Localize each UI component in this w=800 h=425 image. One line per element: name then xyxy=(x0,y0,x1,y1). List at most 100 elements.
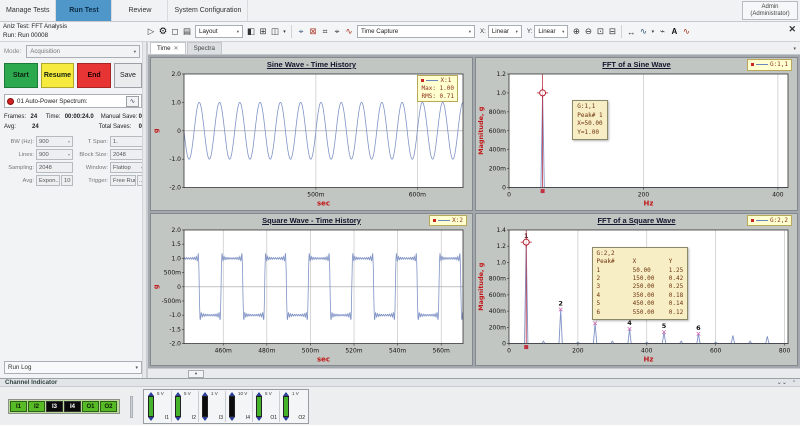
avg-value: 24 xyxy=(32,122,48,132)
save-button[interactable]: Save xyxy=(114,63,142,88)
sampling-label: Sampling: xyxy=(4,165,34,171)
peak-tooltip: G:2,2 Peak# X Y 1 50.00 1.25 2 150.00 0.… xyxy=(592,247,689,320)
stop-icon[interactable]: ◻ xyxy=(169,25,181,38)
zoom-reset-icon[interactable]: ⊟ xyxy=(606,25,618,38)
trace-style-caret-icon[interactable]: ▾ xyxy=(649,25,656,38)
meter-min-marker-icon xyxy=(283,417,289,421)
sideband-cursor-icon[interactable]: ⌖ xyxy=(331,25,343,38)
svg-text:200: 200 xyxy=(572,347,584,354)
sidebar-scrollbar[interactable] xyxy=(142,42,146,378)
bw-field[interactable]: 900▾ xyxy=(36,136,73,147)
svg-text:400m: 400m xyxy=(489,308,506,315)
svg-text:g: g xyxy=(152,284,160,289)
plot-area[interactable]: 460m480m500m520m540m560m2.01.51.0500m0-5… xyxy=(151,226,472,366)
avg-mode-field[interactable]: Expon...▾ xyxy=(36,175,60,186)
run-label: Run: Run 00008 xyxy=(3,32,145,40)
tab-overflow-caret-icon[interactable]: ▾ xyxy=(793,46,796,52)
tab-spectra[interactable]: Spectra xyxy=(187,42,222,54)
link-cursor-icon[interactable]: ⌁ xyxy=(656,25,668,38)
meter-bar xyxy=(202,396,208,417)
svg-text:-2.0: -2.0 xyxy=(169,185,181,192)
collapse-panel-button[interactable]: ▾ xyxy=(188,370,204,378)
layout-select[interactable]: Layout ▾ xyxy=(195,25,243,38)
chart-fft-sine: FFT of a Sine Wave 02004001.21.0800m600m… xyxy=(475,57,798,211)
channel-meter-i1: 5 VI1 xyxy=(145,391,172,422)
tab-manage-tests[interactable]: Manage Tests xyxy=(0,0,56,21)
report-icon[interactable]: ▤ xyxy=(181,25,193,38)
window-field[interactable]: Flattop▾ xyxy=(110,162,146,173)
bottom-strip: ▾ xyxy=(148,368,800,378)
annotate-curve-icon[interactable]: ∿ xyxy=(680,25,692,38)
meter-range: 5 V xyxy=(184,392,196,397)
svg-text:560m: 560m xyxy=(433,347,450,354)
pane-menu-caret-icon[interactable]: ▾ xyxy=(281,25,288,38)
start-button[interactable]: Start xyxy=(4,63,38,88)
avg-count-field[interactable]: 10 xyxy=(61,175,73,186)
grid-pane-icon[interactable]: ⊞ xyxy=(257,25,269,38)
x-scale-select[interactable]: Linear ▾ xyxy=(488,25,522,38)
svg-text:Hz: Hz xyxy=(644,355,654,363)
remove-cursor-icon[interactable]: ⊠ xyxy=(307,25,319,38)
spectrum-view-button[interactable]: ∿ xyxy=(126,96,139,107)
peak-marker-icon[interactable]: ∿ xyxy=(343,25,355,38)
settings-gear-icon[interactable]: ⚙ xyxy=(157,25,169,38)
channel-button-i4[interactable]: I4 xyxy=(64,401,81,412)
plot-area[interactable]: 02004001.21.0800m600m400m200m0HzMagnitud… xyxy=(476,70,797,210)
channel-button-i1[interactable]: I1 xyxy=(10,401,27,412)
close-pane-icon[interactable]: ✕ xyxy=(788,25,796,34)
channel-button-i3[interactable]: I3 xyxy=(46,401,63,412)
x-scale-label: X: xyxy=(480,28,486,35)
float-pane-icon[interactable]: ◫ xyxy=(269,25,281,38)
channel-button-o2[interactable]: O2 xyxy=(100,401,117,412)
run-log-select[interactable]: Run Log ▾ xyxy=(4,361,142,374)
resume-button[interactable]: Resume xyxy=(41,63,75,88)
zoom-box-icon[interactable]: ⊡ xyxy=(594,25,606,38)
tab-close-icon[interactable]: ✕ xyxy=(174,45,179,52)
measurement-row[interactable]: 01 Auto-Power Spectrum: ∿ xyxy=(4,94,142,108)
svg-text:500m: 500m xyxy=(164,269,181,276)
add-cursor-icon[interactable]: ⌖ xyxy=(295,25,307,38)
signal-select[interactable]: Time Capture ▾ xyxy=(357,25,475,38)
single-pane-icon[interactable]: ◧ xyxy=(245,25,257,38)
svg-text:400: 400 xyxy=(772,192,784,199)
annotation-icon[interactable]: A xyxy=(668,25,680,38)
meter-range: 5 V xyxy=(265,392,277,397)
trigger-field[interactable]: Free Run▾ xyxy=(110,175,136,186)
svg-text:800m: 800m xyxy=(489,275,506,282)
panel-collapse-icon[interactable]: ⌄⌄ xyxy=(777,379,787,386)
meter-channel-name: O1 xyxy=(270,416,277,422)
sampling-field[interactable]: 2048 xyxy=(36,162,73,173)
svg-text:5: 5 xyxy=(662,322,667,330)
meter-bar xyxy=(256,396,262,417)
tab-run-test[interactable]: Run Test xyxy=(56,0,112,21)
tab-review[interactable]: Review xyxy=(112,0,168,21)
zoom-out-icon[interactable]: ⊖ xyxy=(582,25,594,38)
lines-field[interactable]: 900▾ xyxy=(36,149,73,160)
end-button[interactable]: End xyxy=(77,63,111,88)
mode-label: Mode: xyxy=(4,48,21,55)
mode-select[interactable]: Acquisition ▾ xyxy=(26,45,140,58)
channel-splitter-grip[interactable] xyxy=(130,396,133,418)
channel-indicator-panel: Channel Indicator ⌄⌄ ▫ I1I2I3I4O1O2 5 VI… xyxy=(0,378,800,425)
main-area: Mode: Acquisition ▾ Start Resume End Sav… xyxy=(0,42,800,378)
svg-text:6: 6 xyxy=(696,323,701,331)
y-scale-select[interactable]: Linear ▾ xyxy=(534,25,568,38)
panel-pin-icon[interactable]: ▫ xyxy=(793,379,795,386)
block-size-field[interactable]: 2048 xyxy=(110,149,146,160)
zoom-in-icon[interactable]: ⊕ xyxy=(570,25,582,38)
tab-time[interactable]: Time ✕ xyxy=(150,42,186,54)
pan-horizontal-icon[interactable]: ↔ xyxy=(625,25,637,38)
meter-bar xyxy=(148,396,154,417)
admin-user-button[interactable]: Admin (Administrator) xyxy=(742,1,798,20)
svg-text:200: 200 xyxy=(638,192,650,199)
channel-button-o1[interactable]: O1 xyxy=(82,401,99,412)
run-icon[interactable]: ▷ xyxy=(145,25,157,38)
analysis-test-label: Anlz Test: FFT Analysis xyxy=(3,23,145,31)
meter-bar xyxy=(283,396,289,417)
tspan-field[interactable]: 1. xyxy=(110,136,146,147)
tab-system-configuration[interactable]: System Configuration xyxy=(168,0,248,21)
chart-legend: X:1Max: 1.00RMS: 0.71 xyxy=(417,75,458,102)
harmonic-cursor-icon[interactable]: ⌗ xyxy=(319,25,331,38)
trace-style-icon[interactable]: ∿ xyxy=(637,25,649,38)
channel-button-i2[interactable]: I2 xyxy=(28,401,45,412)
